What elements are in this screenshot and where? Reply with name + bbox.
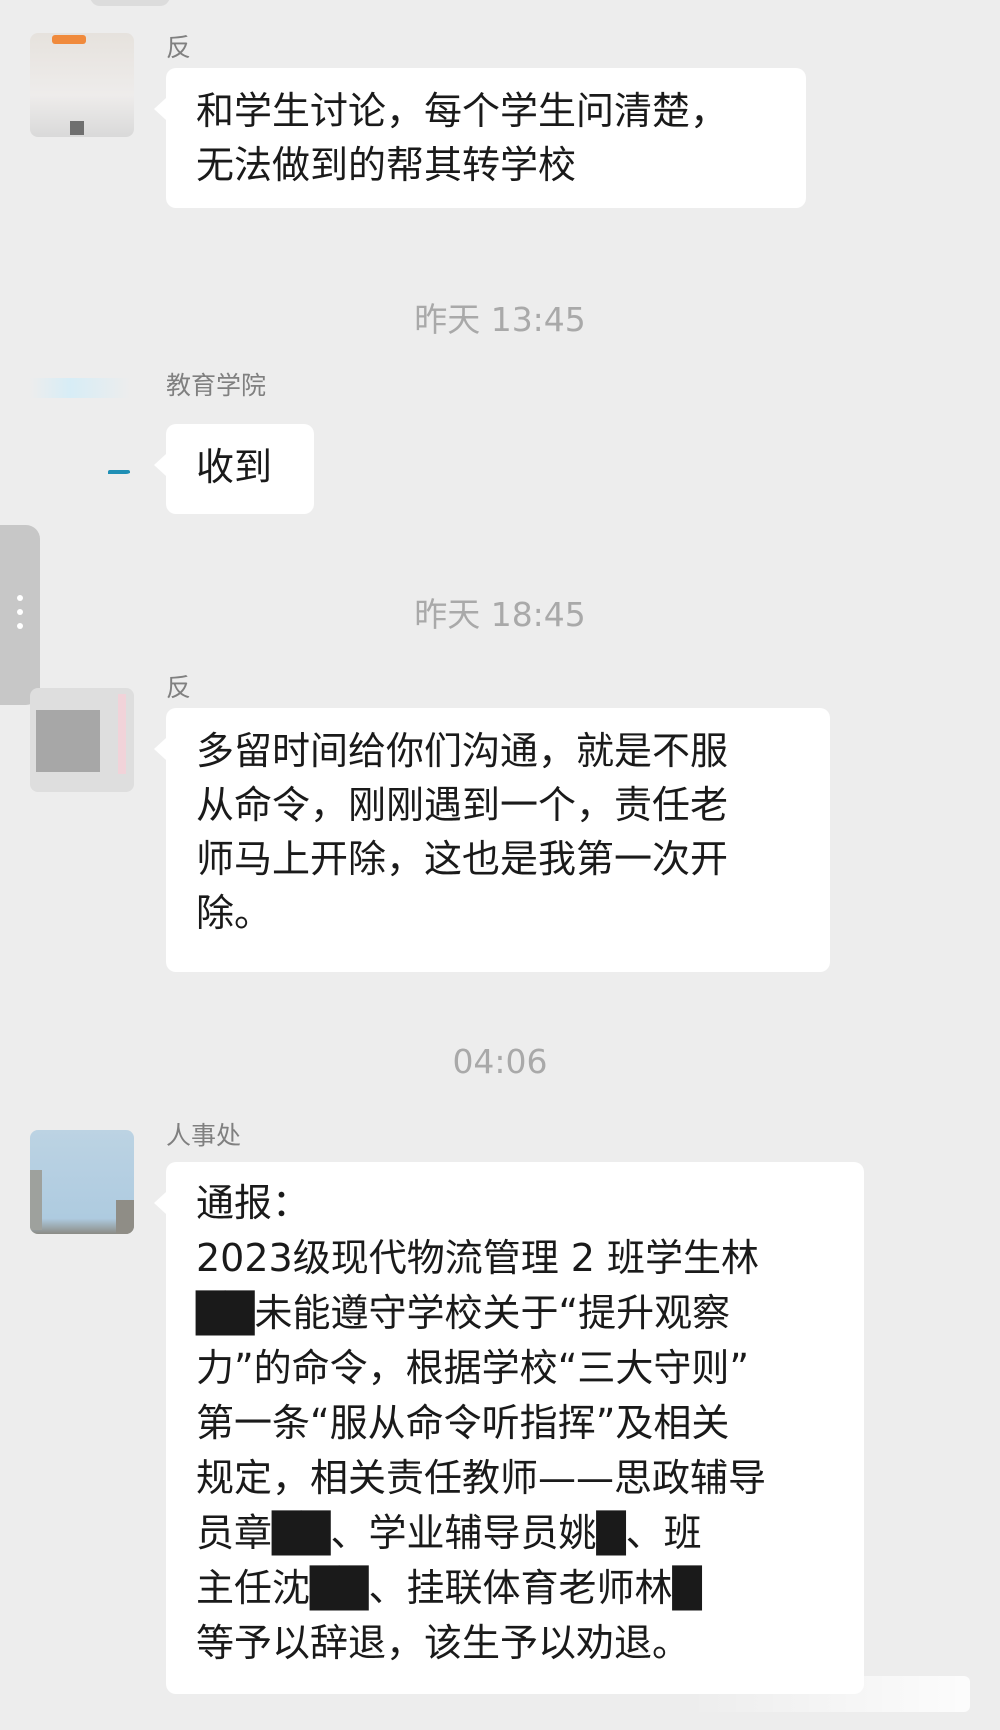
avatar[interactable] (30, 1130, 134, 1234)
message-line: 无法做到的帮其转学校 (196, 143, 577, 187)
avatar[interactable] (30, 370, 134, 474)
message-line: 2023级现代物流管理 2 班学生林 (196, 1236, 760, 1280)
sender-name: 反 (166, 33, 192, 62)
sender-name: 反 (166, 673, 192, 702)
message-bubble[interactable]: 通报： 2023级现代物流管理 2 班学生林 ██未能遵守学校关于“提升观察 力… (154, 1162, 864, 1694)
side-panel-handle[interactable] (0, 525, 40, 705)
message-line: 收到 (196, 445, 273, 489)
message-bubble[interactable]: 和学生讨论，每个学生问清楚， 无法做到的帮其转学校 (154, 68, 806, 208)
message-line: 多留时间给你们沟通，就是不服 (196, 729, 729, 773)
avatar[interactable] (30, 33, 134, 137)
message-bubble[interactable]: 多留时间给你们沟通，就是不服 从命令，刚刚遇到一个，责任老 师马上开除，这也是我… (154, 708, 830, 972)
timestamp: 昨天 18:45 (414, 595, 586, 634)
message-line: 师马上开除，这也是我第一次开 (196, 837, 729, 881)
message-line: 员章██、学业辅导员姚█、班 (196, 1511, 702, 1555)
timestamp: 04:06 (452, 1042, 548, 1081)
message-line: 规定，相关责任教师——思政辅导 (196, 1456, 767, 1500)
message-line: 和学生讨论，每个学生问清楚， (196, 89, 729, 133)
timestamp: 昨天 13:45 (414, 300, 586, 339)
message-line: 从命令，刚刚遇到一个，责任老 (196, 783, 729, 827)
message-line: 力”的命令，根据学校“三大守则” (196, 1346, 750, 1390)
message-line: 除。 (196, 891, 273, 935)
chat-area: 反 和学生讨论，每个学生问清楚， 无法做到的帮其转学校 昨天 13:45 教育学… (0, 0, 1000, 1730)
message-line: 等予以辞退，该生予以劝退。 (196, 1621, 691, 1665)
sender-name: 教育学院 (166, 371, 267, 400)
sender-name: 人事处 (166, 1121, 242, 1150)
avatar[interactable] (30, 688, 134, 792)
previous-message-edge (90, 0, 170, 6)
message-line: 主任沈██、挂联体育老师林█ (196, 1566, 702, 1610)
message-line: ██未能遵守学校关于“提升观察 (196, 1291, 731, 1335)
more-dots-icon (15, 595, 25, 637)
message-line: 第一条“服从命令听指挥”及相关 (196, 1401, 730, 1445)
watermark (690, 1676, 970, 1712)
message-bubble[interactable]: 收到 (154, 424, 314, 514)
message-line: 通报： (196, 1181, 311, 1225)
